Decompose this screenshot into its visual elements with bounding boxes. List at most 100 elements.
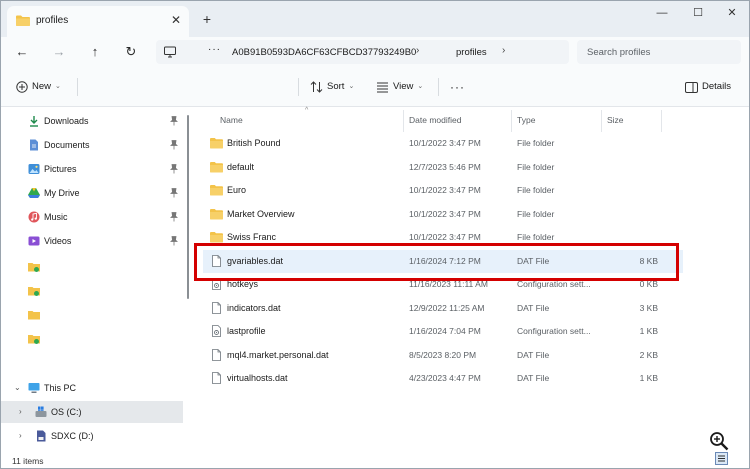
minimize-button[interactable]: — <box>647 5 677 21</box>
sidebar-item-this-pc[interactable]: ⌄ This PC <box>1 377 183 399</box>
sidebar-item-sd-drive[interactable]: › SDXC (D:) <box>1 425 183 447</box>
column-header-date[interactable]: Date modified <box>409 113 461 127</box>
item-count: 11 items <box>12 456 44 466</box>
file-icon <box>212 348 221 361</box>
sd-card-icon <box>37 430 46 442</box>
file-name: mql4.market.personal.dat <box>227 349 329 360</box>
status-bar: 11 items <box>1 450 749 468</box>
sidebar-item-downloads[interactable]: Downloads <box>1 110 183 132</box>
column-divider[interactable] <box>661 110 662 132</box>
sidebar-item-my-drive[interactable]: My Drive <box>1 182 183 204</box>
file-icon <box>212 372 221 384</box>
address-separator[interactable]: › <box>416 45 419 56</box>
sidebar-item-documents[interactable]: Documents <box>1 134 183 156</box>
close-window-button[interactable]: ✕ <box>717 5 747 21</box>
view-list-icon <box>377 82 388 93</box>
sidebar-item-music[interactable]: Music <box>1 206 183 228</box>
file-row[interactable]: virtualhosts.dat 4/23/2023 4:47 PM DAT Fil… <box>203 367 683 390</box>
file-row[interactable]: lastprofile 1/16/2024 7:04 PM Configuratio… <box>203 320 683 343</box>
tab-close-icon[interactable]: ✕ <box>168 12 184 28</box>
file-row[interactable]: mql4.market.personal.dat 8/5/2023 8:20 PM… <box>203 344 683 367</box>
file-row[interactable]: Market Overview 10/1/2022 3:47 PM File fol… <box>203 203 683 226</box>
tab-profiles[interactable]: profiles ✕ <box>7 6 189 37</box>
file-name: indicators.dat <box>227 302 281 313</box>
address-segment-hash[interactable]: A0B91B0593DA6CF63CFBCD37793249B0 <box>232 47 416 58</box>
new-tab-button[interactable]: + <box>199 11 215 27</box>
sidebar-item-label: Videos <box>44 236 72 246</box>
folder-icon <box>16 15 30 26</box>
sidebar-item-label: This PC <box>44 383 77 393</box>
sort-button[interactable]: Sort ⌄ <box>310 79 354 95</box>
file-date: 8/5/2023 8:20 PM <box>409 349 477 360</box>
file-type: File folder <box>517 138 555 148</box>
more-options-button[interactable]: ··· <box>450 79 465 95</box>
pin-icon <box>170 116 178 126</box>
file-row[interactable]: British Pound 10/1/2022 3:47 PM File folde… <box>203 132 683 155</box>
address-separator[interactable]: › <box>502 45 505 56</box>
details-label: Details <box>702 81 732 92</box>
address-overflow-button[interactable]: ··· <box>208 44 221 55</box>
folder-icon <box>210 185 223 196</box>
file-name: Market Overview <box>227 208 295 219</box>
file-name: British Pound <box>227 138 281 148</box>
column-header-type[interactable]: Type <box>517 113 535 127</box>
zoom-in-icon[interactable] <box>709 431 729 451</box>
file-type: File folder <box>517 185 555 195</box>
highlight-annotation <box>194 243 679 281</box>
file-name: lastprofile <box>227 326 266 336</box>
address-segment-profiles[interactable]: profiles <box>456 47 487 58</box>
forward-button[interactable]: → <box>50 44 68 60</box>
refresh-button[interactable]: ↻ <box>122 44 140 60</box>
up-button[interactable]: ↑ <box>86 44 104 60</box>
shared-folder-icon <box>28 287 40 296</box>
pin-icon <box>170 212 178 222</box>
sidebar-item-pictures[interactable]: Pictures <box>1 158 183 180</box>
search-input[interactable]: Search profiles <box>577 40 741 64</box>
folder-icon <box>28 311 40 320</box>
folder-icon <box>210 138 223 149</box>
sidebar-item-label: Pictures <box>44 164 77 174</box>
sort-ascending-icon: ^ <box>305 107 309 114</box>
address-bar[interactable]: ··· A0B91B0593DA6CF63CFBCD37793249B0 › p… <box>156 40 569 64</box>
new-label: New <box>32 81 52 92</box>
title-bar: profiles ✕ + — ☐ ✕ <box>1 1 749 37</box>
column-header-size[interactable]: Size <box>607 113 624 127</box>
file-size: 3 KB <box>639 302 658 313</box>
file-date: 12/7/2023 5:46 PM <box>409 161 481 172</box>
sidebar-item-folder[interactable] <box>1 304 183 326</box>
sidebar-item-videos[interactable]: Videos <box>1 230 183 252</box>
folder-icon <box>210 232 223 243</box>
navigation-pane: Downloads Documents Pictures My Drive Mu… <box>1 107 189 450</box>
folder-icon <box>210 208 223 219</box>
sidebar-item-folder[interactable] <box>1 280 183 302</box>
address-row: ← → ↑ ↻ ··· A0B91B0593DA6CF63CFBCD377932… <box>1 37 749 67</box>
file-explorer-window: profiles ✕ + — ☐ ✕ ← → ↑ ↻ ··· A0B91B059… <box>0 0 750 469</box>
file-row[interactable]: default 12/7/2023 5:46 PM File folder <box>203 156 683 179</box>
maximize-button[interactable]: ☐ <box>683 5 713 21</box>
sidebar-item-os-drive[interactable]: › OS (C:) <box>1 401 183 423</box>
chevron-down-icon: ⌄ <box>55 83 61 90</box>
expand-chevron-icon[interactable]: › <box>19 407 22 416</box>
sidebar-item-folder[interactable] <box>1 256 183 278</box>
expanded-chevron-icon[interactable]: ⌄ <box>14 383 21 392</box>
expand-chevron-icon[interactable]: › <box>19 431 22 440</box>
file-row[interactable]: Euro 10/1/2022 3:47 PM File folder <box>203 179 683 202</box>
column-header-name[interactable]: Name <box>220 113 243 127</box>
view-button[interactable]: View ⌄ <box>376 79 423 95</box>
file-date: 10/1/2022 3:47 PM <box>409 208 481 219</box>
file-name: virtualhosts.dat <box>227 373 288 383</box>
details-view-icon[interactable] <box>715 452 728 465</box>
column-divider[interactable] <box>403 110 404 132</box>
details-button[interactable]: Details <box>685 79 731 95</box>
back-button[interactable]: ← <box>13 44 31 60</box>
file-type: File folder <box>517 208 555 219</box>
sidebar-scrollbar[interactable] <box>187 115 189 299</box>
column-divider[interactable] <box>601 110 602 132</box>
column-divider[interactable] <box>511 110 512 132</box>
new-button[interactable]: New ⌄ <box>16 79 61 95</box>
file-size: 1 KB <box>639 373 658 383</box>
chevron-down-icon: ⌄ <box>417 83 424 90</box>
file-date: 10/1/2022 3:47 PM <box>409 232 481 242</box>
sidebar-item-folder[interactable] <box>1 328 183 350</box>
file-row[interactable]: indicators.dat 12/9/2022 11:25 AM DAT File… <box>203 297 683 320</box>
